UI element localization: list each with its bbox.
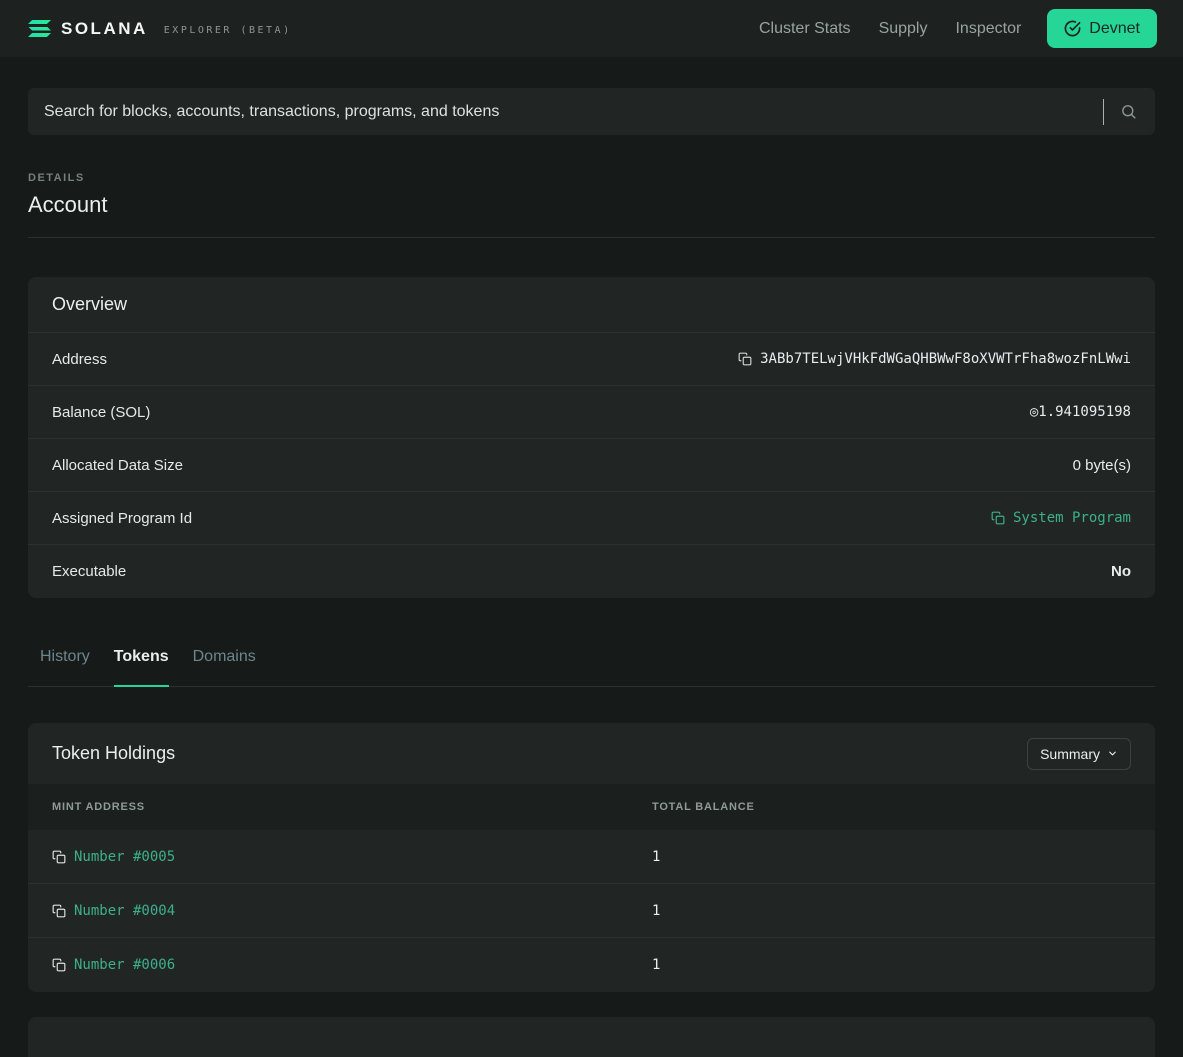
overview-row-program-id: Assigned Program Id System Program (28, 492, 1155, 545)
tab-history[interactable]: History (40, 644, 90, 687)
overview-card: Overview Address 3ABb7TELwjVHkFdWGaQHBWw… (28, 277, 1155, 598)
tab-domains[interactable]: Domains (193, 644, 256, 687)
copy-icon[interactable] (52, 904, 66, 918)
mint-address-link[interactable]: Number #0005 (74, 849, 175, 865)
overview-row-executable: Executable No (28, 545, 1155, 598)
nav-links: Cluster Stats Supply Inspector (759, 20, 1021, 38)
overview-row-data-size: Allocated Data Size 0 byte(s) (28, 439, 1155, 492)
token-row: Number #0004 1 (28, 884, 1155, 938)
search-input[interactable] (44, 102, 1089, 121)
page-title: Account (28, 192, 108, 217)
nav-link-inspector[interactable]: Inspector (955, 20, 1021, 38)
copy-icon[interactable] (52, 958, 66, 972)
search-bar (28, 88, 1155, 135)
overview-row-balance: Balance (SOL) ◎1.941095198 (28, 386, 1155, 439)
nav-link-supply[interactable]: Supply (879, 20, 928, 38)
chevron-down-icon (1107, 748, 1118, 759)
brand-name: SOLANA (61, 18, 148, 38)
brand-suffix: EXPLORER (BETA) (163, 24, 292, 36)
header-divider (28, 237, 1155, 238)
navbar: SOLANA EXPLORER (BETA) Cluster Stats Sup… (0, 0, 1183, 57)
token-holdings-header: Token Holdings Summary (28, 723, 1155, 784)
sol-balance: ◎1.941095198 (1029, 404, 1131, 420)
row-label: Allocated Data Size (52, 456, 183, 474)
account-address: 3ABb7TELwjVHkFdWGaQHBWwF8oXVWTrFha8wozFn… (760, 351, 1131, 367)
col-mint-address: MINT ADDRESS (52, 801, 145, 813)
display-mode-dropdown[interactable]: Summary (1027, 737, 1131, 770)
overview-row-address: Address 3ABb7TELwjVHkFdWGaQHBWwF8oXVWTrF… (28, 333, 1155, 386)
allocated-data-size: 0 byte(s) (1072, 456, 1131, 474)
solana-logo-icon (28, 20, 51, 37)
token-row: Number #0006 1 (28, 938, 1155, 992)
row-label: Balance (SOL) (52, 403, 151, 421)
token-balance: 1 (652, 902, 661, 919)
copy-icon[interactable] (738, 352, 752, 366)
executable-value: No (1111, 563, 1131, 580)
system-program-link[interactable]: System Program (1013, 510, 1131, 526)
token-holdings-card: Token Holdings Summary MINT ADDRESS TOTA… (28, 723, 1155, 992)
token-holdings-title: Token Holdings (52, 743, 176, 763)
check-circle-icon (1064, 20, 1081, 37)
cluster-devnet-button[interactable]: Devnet (1047, 9, 1157, 48)
mint-address-link[interactable]: Number #0006 (74, 957, 175, 973)
col-total-balance: TOTAL BALANCE (652, 801, 755, 813)
token-balance: 1 (652, 957, 661, 973)
row-label: Executable (52, 563, 127, 580)
solana-brand[interactable]: SOLANA EXPLORER (BETA) (28, 19, 292, 39)
copy-icon[interactable] (52, 850, 66, 864)
row-label: Assigned Program Id (52, 509, 193, 527)
copy-icon[interactable] (991, 511, 1005, 525)
mint-address-link[interactable]: Number #0004 (74, 903, 175, 919)
search-icon[interactable] (1118, 101, 1139, 122)
next-card-partial (28, 1017, 1155, 1057)
page-head: DETAILS Account (28, 172, 1155, 238)
token-row: Number #0005 1 (28, 830, 1155, 884)
tab-tokens[interactable]: Tokens (113, 644, 169, 687)
overview-card-header: Overview (28, 277, 1155, 333)
nav-link-cluster-stats[interactable]: Cluster Stats (759, 20, 851, 38)
row-label: Address (52, 350, 108, 368)
overview-title: Overview (52, 294, 128, 314)
account-tabs: History Tokens Domains (28, 644, 1155, 687)
token-table-header: MINT ADDRESS TOTAL BALANCE (28, 784, 1155, 830)
token-balance: 1 (652, 848, 661, 865)
search-separator (1103, 98, 1104, 125)
details-eyebrow: DETAILS (28, 172, 85, 184)
